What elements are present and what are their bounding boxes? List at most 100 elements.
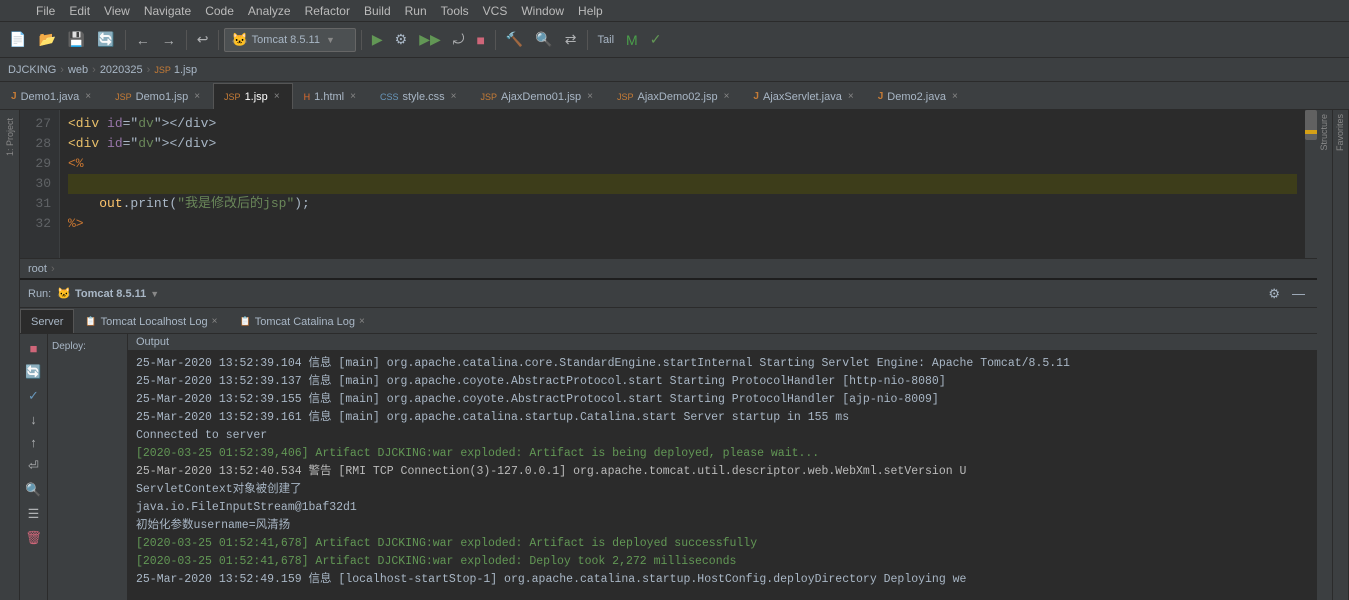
menu-edit[interactable]: Edit [63, 2, 96, 20]
tab-close-demo1jsp[interactable]: × [192, 91, 202, 102]
run-panel-tabs: Server 📋 Tomcat Localhost Log × 📋 Tomcat… [20, 308, 1317, 334]
diff-btn[interactable]: ⇄ [560, 28, 582, 51]
toolbar: 📄 📂 💾 🔄 ← → ↩ 🐱 Tomcat 8.5.11 ▼ ▶ ⚙ ▶▶ ⤾… [0, 22, 1349, 58]
structure-label[interactable]: Structure [1317, 110, 1331, 155]
run-tab-localhost-close[interactable]: × [212, 316, 218, 327]
menu-analyze[interactable]: Analyze [242, 2, 297, 20]
toggle-auto-restart[interactable]: ✓ [22, 385, 46, 407]
tab-demo2-java[interactable]: J Demo2.java × [867, 83, 971, 109]
toolbar-undo[interactable]: ↩ [192, 28, 214, 51]
menu-window[interactable]: Window [515, 2, 570, 20]
output-area[interactable]: 25-Mar-2020 13:52:39.104 信息 [main] org.a… [128, 351, 1317, 600]
rerun-btn[interactable]: 🔄 [22, 361, 46, 383]
run-tab-catalina-close[interactable]: × [359, 316, 365, 327]
code-line-31: out.print("我是修改后的jsp"); [68, 194, 1297, 214]
tab-style-css[interactable]: CSS style.css × [369, 83, 470, 109]
menu-file[interactable]: File [30, 2, 61, 20]
tab-1-html[interactable]: H 1.html × [293, 83, 369, 109]
editor-scrollbar[interactable] [1305, 110, 1317, 258]
toolbar-forward[interactable]: → [157, 29, 181, 51]
inspect-btn[interactable]: 🔍 [530, 28, 557, 51]
scroll-up-btn[interactable]: ↑ [22, 432, 46, 453]
line-num-30: 30 [28, 174, 51, 194]
menu-refactor[interactable]: Refactor [299, 2, 356, 20]
tab-demo1-jsp[interactable]: JSP Demo1.jsp × [104, 83, 213, 109]
tab-demo1-java[interactable]: J Demo1.java × [0, 83, 104, 109]
deploy-label[interactable]: Deploy: [52, 341, 86, 352]
menu-view[interactable]: View [98, 2, 136, 20]
tab-label: Demo1.jsp [136, 91, 189, 103]
breadcrumb-sep-2: › [92, 64, 96, 76]
coverage-btn[interactable]: M [621, 29, 643, 51]
tab-label: style.css [402, 91, 444, 103]
run-config-btn[interactable]: ⚙ [390, 28, 413, 51]
html-icon: H [304, 92, 311, 102]
favorites-panel: Favorites [1333, 110, 1349, 600]
tab-ajaxservlet[interactable]: J AjaxServlet.java × [742, 83, 866, 109]
log-line-7: 25-Mar-2020 13:52:40.534 警告 [RMI TCP Con… [136, 463, 1309, 481]
restart-server-btn[interactable]: ■ [22, 338, 46, 359]
tab-close-1jsp[interactable]: × [272, 91, 282, 102]
tab-close-servlet[interactable]: × [846, 91, 856, 102]
tab-ajaxdemo01[interactable]: JSP AjaxDemo01.jsp × [470, 83, 606, 109]
breadcrumb-folder[interactable]: 2020325 [100, 64, 143, 76]
run-btn[interactable]: ▶ [367, 28, 388, 51]
menu-navigate[interactable]: Navigate [138, 2, 197, 20]
run-tab-server[interactable]: Server [20, 309, 74, 333]
main-layout: 1: Project 27 28 29 30 31 32 <div id="dv… [0, 110, 1349, 600]
tab-close-demo1java[interactable]: × [83, 91, 93, 102]
menu-run[interactable]: Run [399, 2, 433, 20]
toolbar-open[interactable]: 📂 [33, 28, 60, 51]
tab-label: Demo1.java [21, 91, 80, 103]
run-minimize-btn[interactable]: — [1288, 284, 1309, 304]
menu-tools[interactable]: Tools [435, 2, 475, 20]
clear-btn[interactable]: 🗑 [22, 527, 46, 549]
run-tab-localhost-log[interactable]: 📋 Tomcat Localhost Log × [74, 309, 228, 333]
scroll-to-end-btn[interactable]: ↓ [22, 409, 46, 430]
toolbar-sep-6 [587, 30, 588, 50]
tab-close-1html[interactable]: × [348, 91, 358, 102]
filter-btn[interactable]: 🔍 [22, 479, 46, 501]
menu-vcs[interactable]: VCS [477, 2, 514, 20]
log-icon: 📋 [85, 316, 96, 327]
breadcrumb-file[interactable]: JSP 1.jsp [154, 64, 197, 76]
tail-btn[interactable]: Tail [593, 31, 620, 49]
run-tab-catalina-log[interactable]: 📋 Tomcat Catalina Log × [228, 309, 375, 333]
breadcrumb-root[interactable]: root [28, 263, 47, 275]
check-btn[interactable]: ✓ [645, 28, 667, 51]
tab-close-css[interactable]: × [449, 91, 459, 102]
step-over-btn[interactable]: ⤾ [448, 28, 470, 51]
java-icon-demo2: J [878, 91, 884, 102]
tab-close-demo2[interactable]: × [950, 91, 960, 102]
stop-btn[interactable]: ■ [471, 29, 489, 51]
toolbar-back[interactable]: ← [131, 29, 155, 51]
toolbar-sep-5 [495, 30, 496, 50]
settings-btn[interactable]: ☰ [22, 503, 46, 525]
tab-1-jsp[interactable]: JSP 1.jsp × [213, 83, 293, 109]
code-line-30 [68, 174, 1297, 194]
tomcat-config-dropdown[interactable]: 🐱 Tomcat 8.5.11 ▼ [224, 28, 355, 52]
soft-wrap-btn[interactable]: ⏎ [22, 455, 46, 477]
tab-label-active: 1.jsp [245, 91, 268, 103]
menu-build[interactable]: Build [358, 2, 397, 20]
code-editor[interactable]: <div id="dv"></div> <div id="dv"></div> … [60, 110, 1305, 258]
tab-ajaxdemo02[interactable]: JSP AjaxDemo02.jsp × [606, 83, 742, 109]
breadcrumb-sep-3: › [147, 64, 151, 76]
breadcrumb-web[interactable]: web [68, 64, 88, 76]
run-settings-btn[interactable]: ⚙ [1264, 284, 1284, 304]
menu-help[interactable]: Help [572, 2, 609, 20]
favorites-label[interactable]: Favorites [1333, 110, 1348, 155]
toolbar-new[interactable]: 📄 [4, 28, 31, 51]
menu-code[interactable]: Code [199, 2, 240, 20]
build-btn[interactable]: 🔨 [501, 28, 528, 51]
toolbar-sync[interactable]: 🔄 [92, 28, 119, 51]
jsp-icon-ajax02: JSP [617, 92, 634, 102]
project-tab-label[interactable]: 1: Project [3, 114, 17, 160]
toolbar-save[interactable]: 💾 [63, 28, 90, 51]
code-line-28: <div id="dv"></div> [68, 134, 1297, 154]
resume-btn[interactable]: ▶▶ [414, 28, 446, 51]
run-tomcat-config[interactable]: 🐱 Tomcat 8.5.11 ▼ [57, 287, 159, 300]
tab-close-ajax01[interactable]: × [585, 91, 595, 102]
tab-close-ajax02[interactable]: × [722, 91, 732, 102]
breadcrumb-project[interactable]: DJCKING [8, 64, 56, 76]
